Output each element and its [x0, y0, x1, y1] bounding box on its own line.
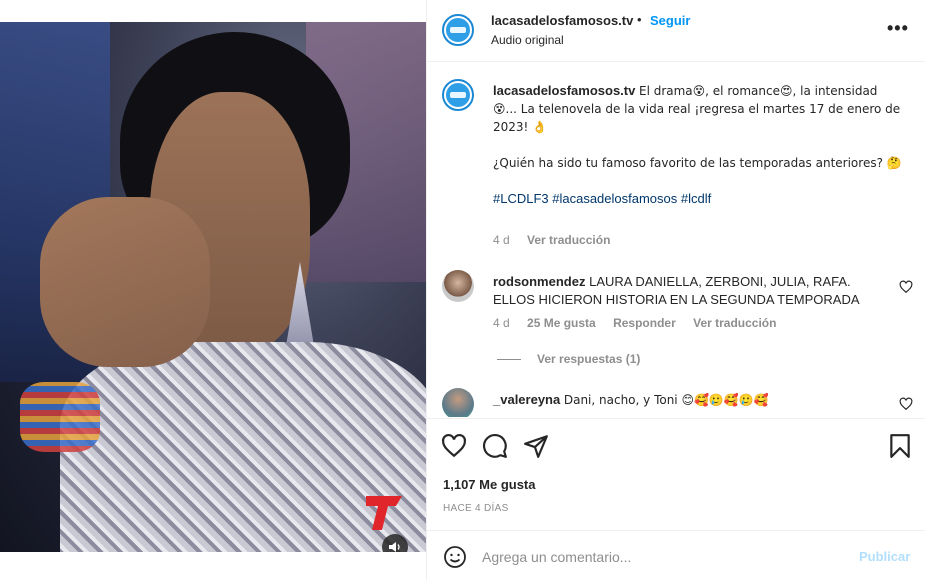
add-comment-bar: Publicar — [427, 530, 925, 580]
header-username[interactable]: lacasadelosfamosos.tv — [491, 13, 633, 28]
comment-avatar[interactable] — [442, 388, 474, 417]
comment-meta: 4 d 25 Me gusta Responder Ver traducción — [493, 316, 776, 330]
likes-count[interactable]: 1,107 Me gusta — [443, 477, 536, 492]
comment-likes[interactable]: 25 Me gusta — [527, 316, 596, 330]
avatar[interactable] — [442, 14, 474, 46]
comment-like-heart-icon[interactable] — [899, 280, 913, 294]
audio-label[interactable]: Audio original — [491, 33, 564, 47]
view-replies-label: Ver respuestas (1) — [537, 352, 641, 366]
divider-line — [497, 359, 521, 361]
comment-like-heart-icon[interactable] — [899, 397, 913, 411]
translate-link[interactable]: Ver traducción — [693, 316, 776, 330]
video-figure-hands — [40, 197, 210, 367]
caption-question: ¿Quién ha sido tu famoso favorito de las… — [493, 156, 902, 170]
reply-button[interactable]: Responder — [613, 316, 676, 330]
caption-hashtags[interactable]: #LCDLF3 #lacasadelosfamosos #lcdlf — [493, 190, 903, 208]
post-caption: lacasadelosfamosos.tv El drama😵, el roma… — [493, 82, 903, 208]
post-video[interactable] — [0, 22, 426, 552]
bookmark-icon[interactable] — [887, 433, 913, 459]
comment-item: rodsonmendez LAURA DANIELLA, ZERBONI, JU… — [493, 273, 883, 309]
separator-dot: • — [637, 12, 642, 27]
view-replies-button[interactable]: Ver respuestas (1) — [497, 352, 640, 366]
translate-link[interactable]: Ver traducción — [527, 233, 610, 247]
post-timestamp: HACE 4 DÍAS — [443, 503, 509, 514]
comment-item: _valereyna Dani, nacho, y Toni 😊🥰🥲🥰🥲🥰 — [493, 391, 883, 409]
post-side-panel: lacasadelosfamosos.tv • Seguir Audio ori… — [426, 0, 925, 580]
comment-username[interactable]: _valereyna — [493, 392, 560, 407]
speaker-icon — [389, 542, 400, 552]
caption-avatar[interactable] — [442, 79, 474, 111]
post-actions: 1,107 Me gusta HACE 4 DÍAS — [427, 418, 925, 530]
post-header: lacasadelosfamosos.tv • Seguir Audio ori… — [427, 0, 925, 62]
caption-meta: 4 d Ver traducción — [493, 233, 610, 247]
post-comment-button[interactable]: Publicar — [859, 549, 910, 564]
caption-age: 4 d — [493, 233, 510, 247]
comment-username[interactable]: rodsonmendez — [493, 274, 585, 289]
follow-button[interactable]: Seguir — [650, 13, 690, 28]
comment-input[interactable] — [482, 547, 842, 567]
more-icon[interactable]: ••• — [887, 18, 909, 39]
share-icon[interactable] — [523, 433, 549, 459]
telemundo-logo — [366, 496, 402, 530]
comment-text: Dani, nacho, y Toni 😊🥰🥲🥰🥲🥰 — [563, 393, 769, 407]
comments-section[interactable]: lacasadelosfamosos.tv El drama😵, el roma… — [427, 63, 925, 417]
comment-age: 4 d — [493, 316, 510, 330]
heart-icon[interactable] — [441, 433, 467, 459]
video-figure-bracelets — [20, 382, 100, 452]
comment-icon[interactable] — [482, 433, 508, 459]
comment-avatar[interactable] — [442, 270, 474, 302]
emoji-icon[interactable] — [443, 545, 467, 569]
caption-username[interactable]: lacasadelosfamosos.tv — [493, 83, 635, 98]
